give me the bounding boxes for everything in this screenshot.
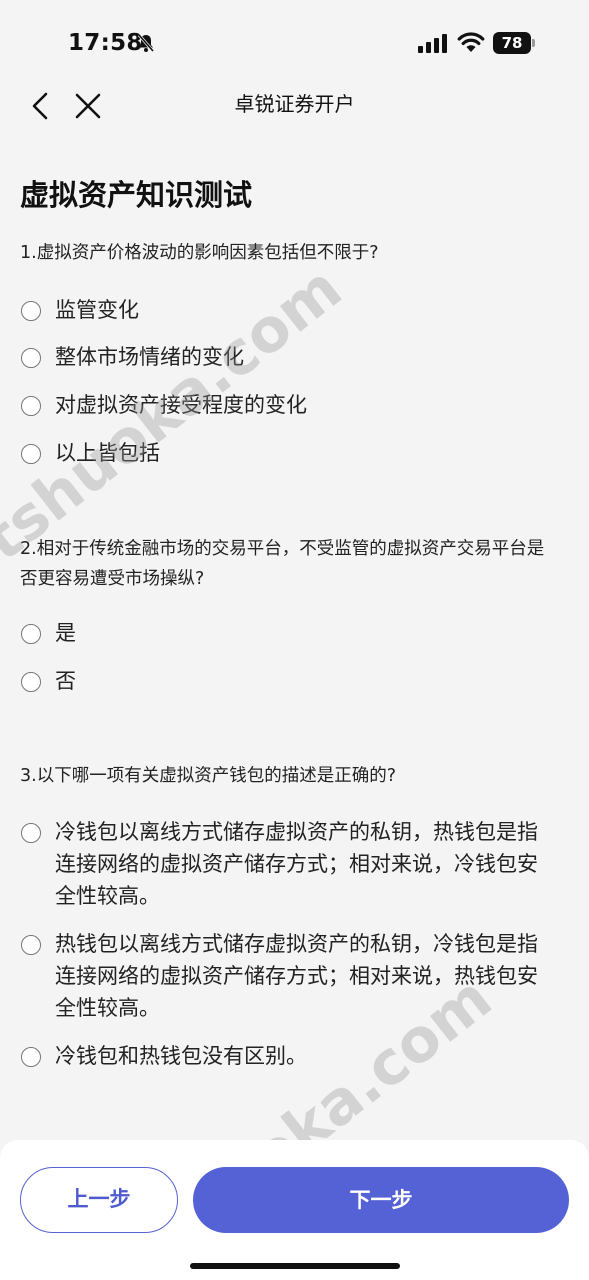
option-q1-c[interactable]: 对虚拟资产接受程度的变化 (0, 389, 589, 423)
option-q2-b[interactable]: 否 (0, 665, 589, 699)
question-3: 3.以下哪一项有关虚拟资产钱包的描述是正确的? (0, 761, 589, 791)
option-label: 是 (55, 621, 76, 645)
option-q1-d[interactable]: 以上皆包括 (0, 437, 589, 471)
screen: 17:58 78 卓锐证券开户 虚拟资产知识测试 1.虚拟资产价格波动的影响因素… (0, 0, 589, 1280)
radio-button[interactable] (21, 396, 41, 416)
radio-button[interactable] (21, 823, 41, 843)
option-label: 热钱包以离线方式储存虚拟资产的私钥，冷钱包是指连接网络的虚拟资产储存方式；相对来… (55, 932, 538, 1020)
option-label: 否 (55, 669, 76, 693)
radio-button[interactable] (21, 348, 41, 368)
radio-button[interactable] (21, 624, 41, 644)
question-1: 1.虚拟资产价格波动的影响因素包括但不限于? (0, 238, 589, 268)
status-time: 17:58 (68, 30, 143, 56)
previous-step-button[interactable]: 上一步 (20, 1167, 178, 1233)
radio-button[interactable] (21, 1047, 41, 1067)
radio-button[interactable] (21, 935, 41, 955)
option-label: 冷钱包以离线方式储存虚拟资产的私钥，热钱包是指连接网络的虚拟资产储存方式；相对来… (55, 820, 538, 908)
question-2: 2.相对于传统金融市场的交易平台，不受监管的虚拟资产交易平台是否更容易遭受市场操… (0, 534, 589, 594)
battery-level: 78 (493, 32, 531, 54)
radio-button[interactable] (21, 301, 41, 321)
nav-bar: 卓锐证券开户 (0, 80, 589, 132)
wifi-icon (457, 32, 485, 52)
option-label: 以上皆包括 (55, 441, 160, 465)
bell-slash-icon (137, 34, 155, 52)
option-label: 整体市场情绪的变化 (55, 345, 244, 369)
option-q3-c[interactable]: 冷钱包和热钱包没有区别。 (0, 1040, 589, 1074)
option-q2-a[interactable]: 是 (0, 617, 589, 651)
radio-button[interactable] (21, 444, 41, 464)
chevron-left-icon[interactable] (26, 90, 58, 122)
option-q3-b[interactable]: 热钱包以离线方式储存虚拟资产的私钥，冷钱包是指连接网络的虚拟资产储存方式；相对来… (0, 928, 589, 1024)
battery-icon: 78 (493, 32, 535, 54)
radio-button[interactable] (21, 672, 41, 692)
next-step-button[interactable]: 下一步 (193, 1167, 569, 1233)
page-title: 虚拟资产知识测试 (20, 178, 253, 212)
footer-bar: 上一步 下一步 (0, 1140, 589, 1280)
home-indicator (190, 1263, 400, 1269)
option-label: 监管变化 (55, 298, 139, 322)
option-q3-a[interactable]: 冷钱包以离线方式储存虚拟资产的私钥，热钱包是指连接网络的虚拟资产储存方式；相对来… (0, 816, 589, 912)
question-text: 2.相对于传统金融市场的交易平台，不受监管的虚拟资产交易平台是否更容易遭受市场操… (20, 539, 545, 589)
question-text: 3.以下哪一项有关虚拟资产钱包的描述是正确的? (20, 766, 396, 786)
close-icon[interactable] (72, 90, 104, 122)
option-label: 冷钱包和热钱包没有区别。 (55, 1044, 307, 1068)
option-q1-a[interactable]: 监管变化 (0, 294, 589, 328)
status-bar: 17:58 78 (0, 0, 589, 80)
option-q1-b[interactable]: 整体市场情绪的变化 (0, 341, 589, 375)
option-label: 对虚拟资产接受程度的变化 (55, 393, 307, 417)
question-text: 1.虚拟资产价格波动的影响因素包括但不限于? (20, 243, 379, 263)
cellular-signal-icon (418, 34, 447, 53)
